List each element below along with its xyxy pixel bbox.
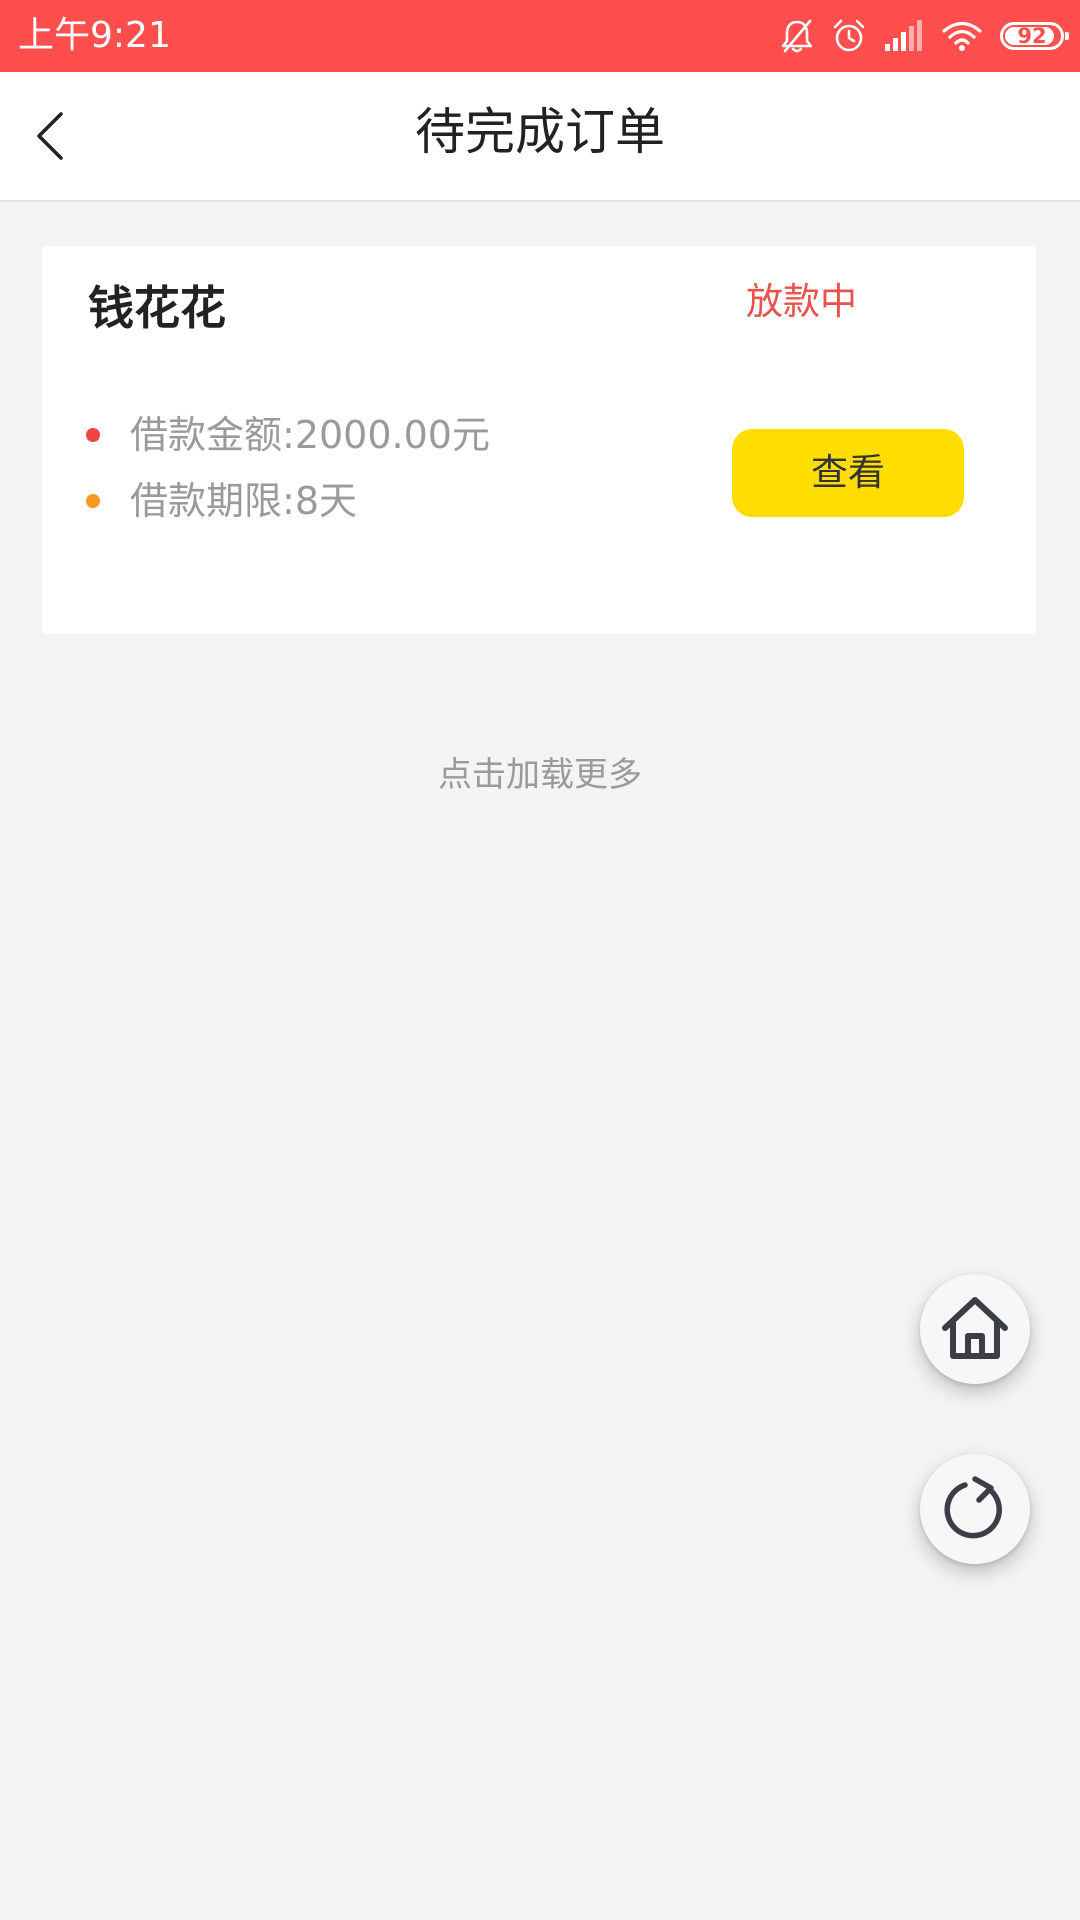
loan-amount-value: 2000.00元 [294, 413, 490, 457]
order-card: 钱花花 放款中 借款金额: 2000.00元 借款期限: 8天 查看 [42, 246, 1036, 634]
battery-icon: 92 [1000, 22, 1069, 50]
status-time: 上午9:21 [18, 15, 171, 56]
battery-level: 92 [1017, 24, 1047, 48]
load-more-link[interactable]: 点击加载更多 [0, 752, 1080, 798]
wifi-icon [942, 20, 982, 52]
red-bullet-dot [86, 428, 100, 442]
loan-amount-row: 借款金额: 2000.00元 [86, 408, 490, 462]
refresh-icon [944, 1476, 1002, 1539]
alarm-icon [832, 18, 866, 54]
loan-term-value: 8天 [294, 479, 357, 523]
status-icons: 92 [780, 14, 1069, 58]
status-bar: 上午9:21 92 [0, 0, 1080, 72]
loan-amount-label: 借款金额: [130, 413, 295, 457]
orange-bullet-dot [86, 494, 100, 508]
lender-name: 钱花花 [88, 281, 226, 335]
cellular-signal-icon [884, 20, 924, 52]
page-title: 待完成订单 [415, 103, 665, 161]
nav-bar: 待完成订单 [0, 72, 1080, 202]
battery-cap [1065, 32, 1069, 40]
view-order-button[interactable]: 查看 [732, 429, 964, 517]
refresh-button[interactable] [920, 1454, 1030, 1564]
home-icon [942, 1297, 1008, 1359]
home-button[interactable] [920, 1274, 1030, 1384]
loan-term-row: 借款期限: 8天 [86, 474, 357, 528]
loan-term-label: 借款期限: [130, 479, 295, 523]
notifications-muted-icon [780, 18, 814, 54]
order-status: 放款中 [746, 280, 857, 323]
